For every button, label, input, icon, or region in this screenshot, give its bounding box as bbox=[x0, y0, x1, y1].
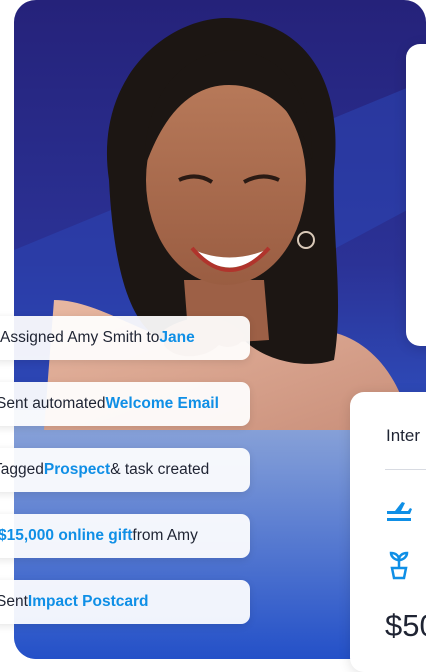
activity-text: Sent automated bbox=[0, 395, 106, 412]
activity-item: $15,000 online gift from Amy bbox=[0, 514, 250, 558]
activity-item: Tagged Prospect & task created bbox=[0, 448, 250, 492]
interest-card-title: Inter bbox=[386, 426, 421, 445]
summary-card bbox=[406, 44, 426, 346]
interest-card: Inter $50 bbox=[350, 392, 426, 672]
activity-item: Sent automated Welcome Email bbox=[0, 382, 250, 426]
plane-icon bbox=[387, 502, 412, 521]
activity-text: Tagged bbox=[0, 461, 44, 478]
activity-text: & task created bbox=[110, 461, 210, 478]
gift-amount: $50 bbox=[385, 608, 426, 643]
activity-link[interactable]: $15,000 online gift bbox=[0, 527, 132, 545]
plant-icon bbox=[389, 551, 409, 580]
activity-text: Sent bbox=[0, 593, 28, 610]
activity-item: Sent Impact Postcard bbox=[0, 580, 250, 624]
activity-link[interactable]: Welcome Email bbox=[105, 395, 218, 413]
activity-item: Assigned Amy Smith to Jane bbox=[0, 316, 250, 360]
activity-text: Assigned Amy Smith to bbox=[0, 329, 160, 346]
activity-link[interactable]: Jane bbox=[159, 329, 194, 347]
activity-link[interactable]: Impact Postcard bbox=[28, 593, 149, 611]
divider bbox=[385, 469, 426, 470]
activity-text: from Amy bbox=[132, 527, 198, 544]
activity-link[interactable]: Prospect bbox=[44, 461, 110, 479]
